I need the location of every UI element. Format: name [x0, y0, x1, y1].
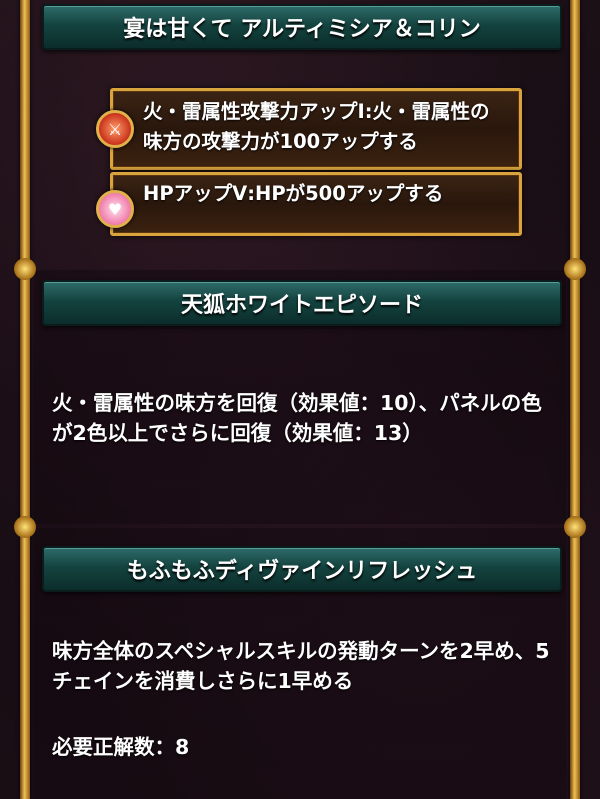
frame-ornament	[14, 516, 36, 538]
frame-right	[570, 526, 580, 799]
answer-skill-title: 天狐ホワイトエピソード	[180, 293, 423, 318]
skill-card-hp: HPアップⅤ:HPが500アップする	[110, 172, 522, 236]
attack-up-icon: ⚔	[96, 110, 134, 148]
frame-left	[20, 526, 30, 799]
answer-skill-header: 天狐ホワイトエピソード	[42, 280, 562, 326]
skill-card-attack: 火・雷属性攻撃力アップⅠ:火・雷属性の味方の攻撃力が100アップする	[110, 88, 522, 170]
frame-right	[570, 268, 580, 526]
skill-text: HPアップⅤ:HPが500アップする	[143, 182, 444, 205]
leader-skill-title: 宴は甘くて アルティミシア＆コリン	[123, 17, 481, 42]
frame-ornament	[564, 258, 586, 280]
special-skill-title: もふもふディヴァインリフレッシュ	[126, 559, 478, 584]
frame-left	[20, 268, 30, 526]
hp-up-icon: ♥	[96, 190, 134, 228]
answer-skill-description: 火・雷属性の味方を回復（効果値：10）、パネルの色が2色以上でさらに回復（効果値…	[52, 391, 542, 445]
skill-text: 火・雷属性攻撃力アップⅠ:火・雷属性の味方の攻撃力が100アップする	[143, 100, 490, 153]
special-skill-description: 味方全体のスペシャルスキルの発動ターンを2早め、5チェインを消費しさらに1早める	[52, 639, 550, 693]
frame-left	[20, 0, 30, 268]
special-skill-header: もふもふディヴァインリフレッシュ	[42, 546, 562, 592]
frame-ornament	[564, 516, 586, 538]
leader-skill-header: 宴は甘くて アルティミシア＆コリン	[42, 4, 562, 50]
frame-right	[570, 0, 580, 268]
required-answers: 必要正解数：8	[52, 735, 190, 759]
frame-ornament	[14, 258, 36, 280]
